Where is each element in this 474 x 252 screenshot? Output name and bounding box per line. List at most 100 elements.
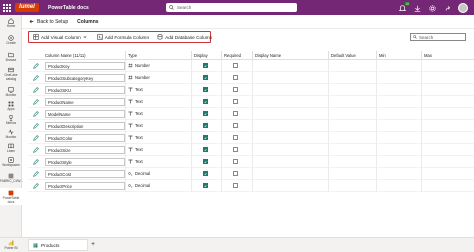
edit-row-button[interactable] bbox=[28, 72, 43, 84]
notifications-icon[interactable]: 10 bbox=[398, 1, 410, 13]
max-cell[interactable] bbox=[422, 168, 474, 180]
default-value-cell[interactable] bbox=[329, 119, 377, 132]
display-name-cell[interactable] bbox=[253, 143, 329, 156]
required-checkbox[interactable] bbox=[233, 63, 238, 68]
min-cell[interactable] bbox=[377, 155, 422, 168]
display-name-cell[interactable] bbox=[253, 179, 329, 192]
nav-workspaces[interactable]: Workspaces bbox=[0, 157, 22, 168]
header-min[interactable]: Min bbox=[377, 51, 422, 59]
column-type-cell[interactable]: Text bbox=[126, 143, 192, 156]
min-cell[interactable] bbox=[377, 59, 422, 72]
column-type-cell[interactable]: Number bbox=[126, 71, 192, 84]
min-cell[interactable] bbox=[377, 83, 422, 96]
tab-products[interactable]: Products bbox=[28, 239, 88, 251]
add-visual-column-button[interactable]: Add Visual Column bbox=[29, 34, 93, 40]
header-type[interactable]: Type bbox=[126, 51, 192, 59]
required-checkbox[interactable] bbox=[233, 75, 238, 80]
display-checkbox[interactable] bbox=[203, 171, 208, 176]
display-checkbox[interactable] bbox=[203, 75, 208, 80]
display-name-cell[interactable] bbox=[253, 131, 329, 144]
nav-browse[interactable]: Browse bbox=[0, 52, 22, 63]
column-search-input[interactable]: Search bbox=[410, 33, 466, 41]
display-checkbox[interactable] bbox=[203, 159, 208, 164]
nav-home[interactable]: Home bbox=[0, 18, 22, 29]
display-checkbox[interactable] bbox=[203, 99, 208, 104]
required-checkbox[interactable] bbox=[233, 183, 238, 188]
column-type-cell[interactable]: Text bbox=[126, 107, 192, 120]
edit-row-button[interactable] bbox=[28, 144, 43, 156]
max-cell[interactable] bbox=[422, 132, 474, 144]
display-name-cell[interactable] bbox=[253, 59, 329, 72]
display-checkbox[interactable] bbox=[203, 111, 208, 116]
default-value-cell[interactable] bbox=[329, 107, 377, 120]
settings-gear-icon[interactable] bbox=[428, 4, 437, 13]
edit-row-button[interactable] bbox=[28, 120, 43, 132]
display-checkbox[interactable] bbox=[203, 87, 208, 92]
default-value-cell[interactable] bbox=[329, 167, 377, 180]
required-checkbox[interactable] bbox=[233, 135, 238, 140]
column-type-cell[interactable]: Decimal bbox=[126, 179, 192, 192]
nav-fabric-workspace[interactable]: FABRIC_CI/W... bbox=[0, 173, 23, 184]
max-cell[interactable] bbox=[422, 96, 474, 108]
edit-row-button[interactable] bbox=[28, 132, 43, 144]
max-cell[interactable] bbox=[422, 108, 474, 120]
min-cell[interactable] bbox=[377, 179, 422, 192]
required-checkbox[interactable] bbox=[233, 87, 238, 92]
back-to-setup-button[interactable]: Back to Setup bbox=[29, 19, 68, 25]
display-name-cell[interactable] bbox=[253, 155, 329, 168]
display-checkbox[interactable] bbox=[203, 183, 208, 188]
default-value-cell[interactable] bbox=[329, 71, 377, 84]
column-type-cell[interactable]: Text bbox=[126, 83, 192, 96]
column-name-field[interactable]: ProductSKU bbox=[45, 85, 125, 94]
user-avatar[interactable] bbox=[458, 3, 468, 13]
column-type-cell[interactable]: Number bbox=[126, 59, 192, 72]
display-name-cell[interactable] bbox=[253, 95, 329, 108]
nav-onelake[interactable]: OneLake catalog bbox=[0, 67, 22, 81]
column-name-field[interactable]: ProductKey bbox=[45, 61, 125, 70]
header-default-value[interactable]: Default Value bbox=[329, 51, 377, 59]
edit-row-button[interactable] bbox=[28, 168, 43, 180]
min-cell[interactable] bbox=[377, 143, 422, 156]
column-name-field[interactable]: ProductSize bbox=[45, 145, 125, 154]
min-cell[interactable] bbox=[377, 107, 422, 120]
default-value-cell[interactable] bbox=[329, 83, 377, 96]
display-checkbox[interactable] bbox=[203, 147, 208, 152]
min-cell[interactable] bbox=[377, 167, 422, 180]
min-cell[interactable] bbox=[377, 95, 422, 108]
column-type-cell[interactable]: Decimal bbox=[126, 167, 192, 180]
edit-row-button[interactable] bbox=[28, 108, 43, 120]
default-value-cell[interactable] bbox=[329, 131, 377, 144]
column-name-field[interactable]: ProductStyle bbox=[45, 157, 125, 166]
required-checkbox[interactable] bbox=[233, 159, 238, 164]
required-checkbox[interactable] bbox=[233, 111, 238, 116]
display-checkbox[interactable] bbox=[203, 63, 208, 68]
global-search-input[interactable]: Search bbox=[166, 3, 297, 12]
column-name-field[interactable]: ProductPrice bbox=[45, 181, 125, 190]
required-checkbox[interactable] bbox=[233, 99, 238, 104]
column-name-field[interactable]: ModelName bbox=[45, 109, 125, 118]
required-checkbox[interactable] bbox=[233, 147, 238, 152]
header-max[interactable]: Max bbox=[422, 51, 474, 59]
default-value-cell[interactable] bbox=[329, 95, 377, 108]
header-display-name[interactable]: Display Name bbox=[253, 51, 329, 59]
nav-apps[interactable]: Apps bbox=[0, 101, 22, 112]
header-required[interactable]: Required bbox=[222, 51, 253, 59]
display-checkbox[interactable] bbox=[203, 123, 208, 128]
max-cell[interactable] bbox=[422, 60, 474, 72]
column-type-cell[interactable]: Text bbox=[126, 119, 192, 132]
min-cell[interactable] bbox=[377, 71, 422, 84]
default-value-cell[interactable] bbox=[329, 155, 377, 168]
required-checkbox[interactable] bbox=[233, 171, 238, 176]
default-value-cell[interactable] bbox=[329, 143, 377, 156]
column-name-field[interactable]: ProductName bbox=[45, 97, 125, 106]
edit-row-button[interactable] bbox=[28, 60, 43, 72]
header-display[interactable]: Display bbox=[192, 51, 222, 59]
max-cell[interactable] bbox=[422, 72, 474, 84]
edit-row-button[interactable] bbox=[28, 156, 43, 168]
column-name-field[interactable]: ProductCost bbox=[45, 169, 125, 178]
header-column-name[interactable]: Column Name (11/11) bbox=[43, 51, 126, 59]
edit-row-button[interactable] bbox=[28, 84, 43, 96]
max-cell[interactable] bbox=[422, 144, 474, 156]
nav-monitor[interactable]: Monitor bbox=[0, 87, 22, 98]
column-type-cell[interactable]: Text bbox=[126, 131, 192, 144]
